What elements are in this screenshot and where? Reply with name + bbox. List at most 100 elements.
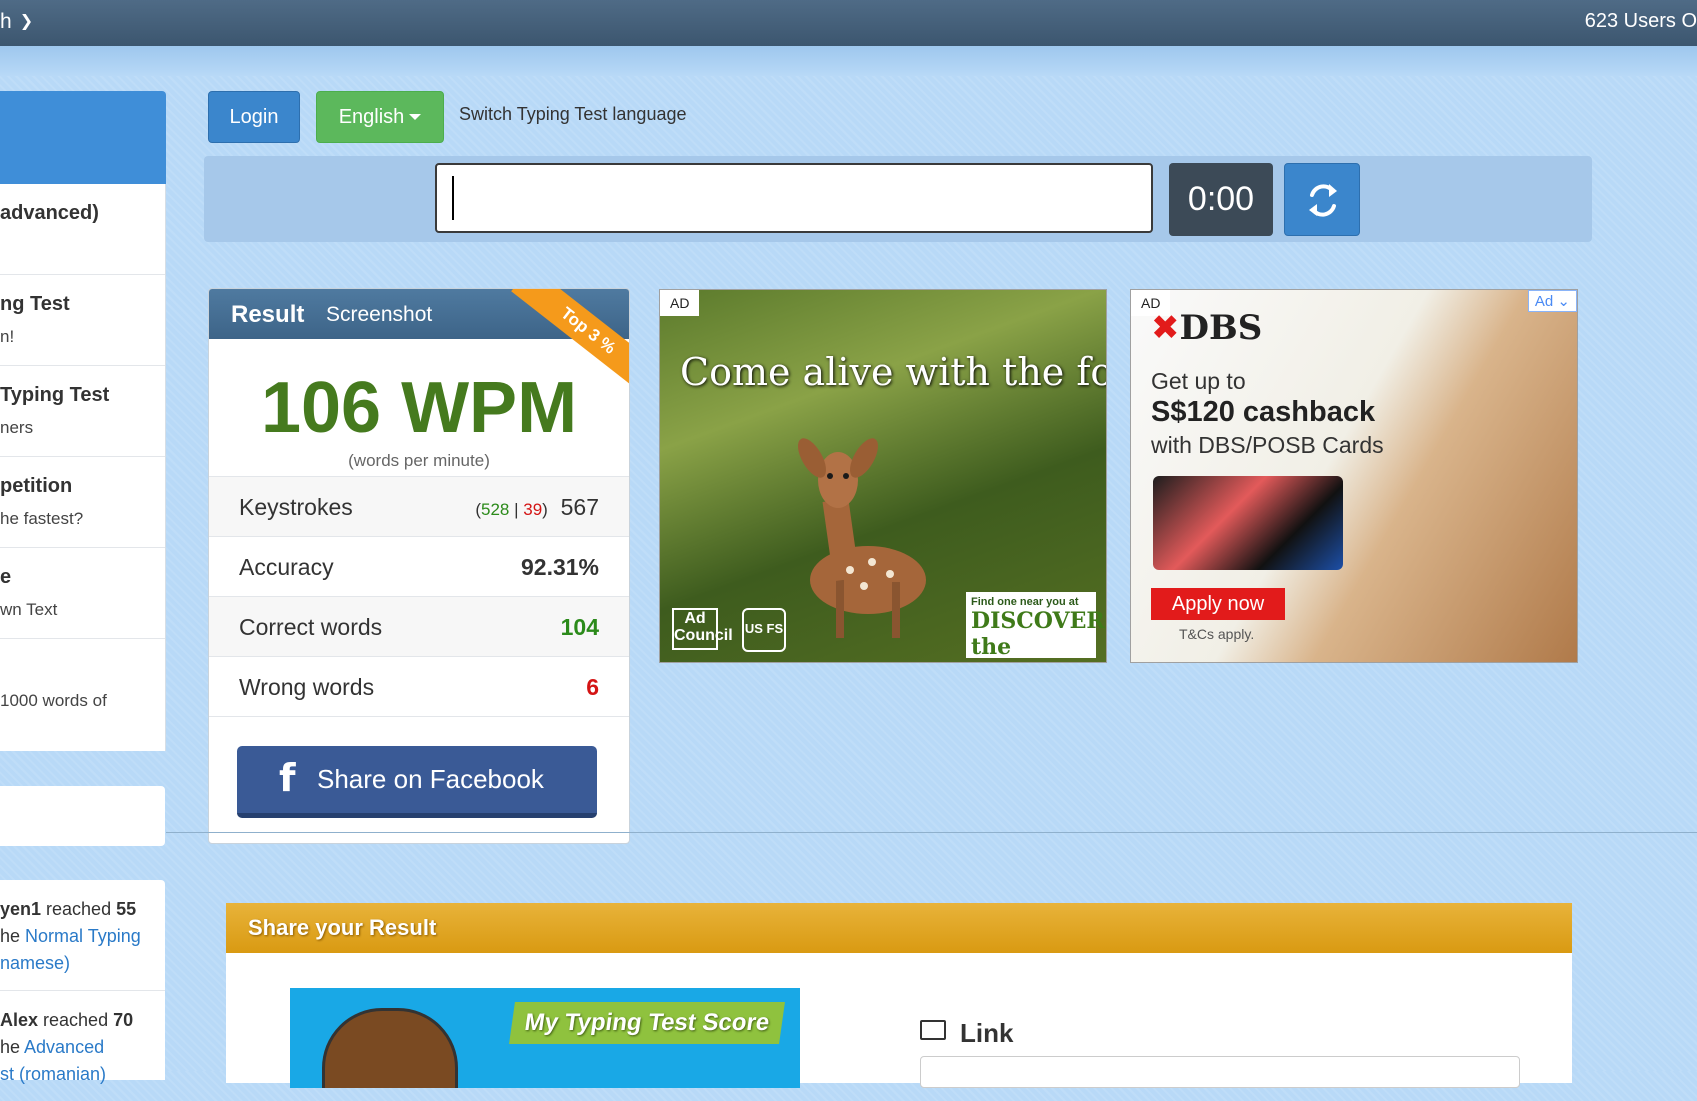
share-link-input[interactable]: [920, 1056, 1520, 1088]
sidebar-item-subtitle: 1000 words of: [0, 691, 107, 710]
activity-feed: yen1 reached 55 he Normal Typing namese)…: [0, 880, 165, 1084]
share-facebook-button[interactable]: f Share on Facebook: [237, 746, 597, 818]
dbs-apply-button[interactable]: Apply now: [1151, 588, 1285, 620]
keystrokes-total: 567: [560, 494, 599, 520]
feed-score: 55: [116, 899, 137, 919]
share-facebook-label: Share on Facebook: [317, 764, 544, 794]
top-navigation-bar: h ❯ 623 Users O: [0, 0, 1697, 46]
tab-screenshot[interactable]: Screenshot: [326, 303, 432, 327]
keystrokes-label: Keystrokes: [239, 494, 353, 520]
refresh-icon: [1309, 184, 1337, 217]
keystrokes-breakdown: (528 | 39): [475, 500, 548, 519]
feed-verb: reached: [38, 1010, 114, 1030]
chevron-down-icon: ❯: [19, 13, 34, 30]
sidebar-item-title: Typing Test: [0, 384, 110, 406]
feed-user[interactable]: yen1: [0, 899, 41, 919]
sidebar-empty-box: [0, 786, 165, 846]
score-image[interactable]: My Typing Test Score: [290, 988, 800, 1088]
wpm-value: 106 WPM: [260, 368, 578, 448]
share-result-panel: Share your Result My Typing Test Score L…: [226, 903, 1572, 1088]
share-link-text: Link: [960, 1018, 1014, 1048]
sidebar-item-competition[interactable]: petition he fastest?: [0, 457, 165, 548]
sidebar-test-list: advanced) ng Test n! Typing Test ners pe…: [0, 184, 166, 751]
wrong-words-row: Wrong words 6: [209, 657, 629, 717]
sidebar-item-subtitle: he fastest?: [0, 509, 84, 528]
keystrokes-separator: |: [509, 500, 524, 519]
feed-prefix: he: [0, 1037, 25, 1057]
character-illustration: [322, 1008, 458, 1088]
users-online-count: 623 Users O: [1584, 10, 1697, 32]
text-cursor: [452, 176, 454, 220]
forest-badge-brand: DISCOVER the FOREST.org: [971, 608, 1106, 662]
nav-menu-toggle[interactable]: h ❯: [0, 10, 33, 34]
feed-test-link-cont[interactable]: st (romanian): [0, 1064, 106, 1084]
nav-menu-label: h: [0, 10, 12, 33]
ad-council-logo: Ad Council: [672, 608, 733, 650]
sidebar-item-title: advanced): [0, 202, 99, 224]
sidebar-header: [0, 91, 166, 184]
ad-choices-button[interactable]: Ad ⌄: [1527, 290, 1577, 312]
language-dropdown[interactable]: English: [316, 91, 444, 143]
deer-illustration: [798, 438, 926, 638]
ad-choices-label: Ad: [1534, 293, 1554, 310]
feed-user[interactable]: Alex: [0, 1010, 38, 1030]
wrong-words-label: Wrong words: [239, 674, 375, 700]
usfs-logo: US FS: [742, 608, 786, 652]
tab-result[interactable]: Result: [231, 301, 304, 329]
feed-item: yen1 reached 55 he Normal Typing namese): [0, 880, 165, 991]
credit-cards-image: [1153, 476, 1343, 570]
dbs-x-icon: ✖: [1151, 308, 1180, 348]
sidebar-item-own-text[interactable]: e wn Text: [0, 548, 165, 639]
feed-test-link-cont[interactable]: namese): [0, 953, 70, 973]
correct-words-value: 104: [560, 614, 599, 640]
wpm-block: 106 WPM (words per minute): [209, 339, 629, 477]
feed-verb: reached: [41, 899, 117, 919]
discover-forest-badge: Find one near you at DISCOVER the FOREST…: [966, 592, 1106, 662]
topbar-gradient: [0, 46, 1697, 76]
result-panel: Result Screenshot Top 3 % 106 WPM (words…: [208, 288, 630, 844]
ad-forest[interactable]: AD Come alive with the forest. Ad Counci…: [659, 289, 1107, 663]
restart-button[interactable]: [1284, 163, 1360, 236]
feed-test-link[interactable]: Advanced: [24, 1037, 104, 1057]
keystrokes-wrong: 39: [523, 500, 543, 519]
sidebar: advanced) ng Test n! Typing Test ners pe…: [0, 91, 166, 751]
correct-words-label: Correct words: [239, 614, 383, 640]
sidebar-item-1000-words[interactable]: 1000 words of: [0, 639, 165, 751]
login-button[interactable]: Login: [208, 91, 300, 143]
correct-words-row: Correct words 104: [209, 597, 629, 657]
sidebar-item-title: petition: [0, 475, 73, 497]
sidebar-item-typing-test[interactable]: ng Test n!: [0, 275, 165, 366]
forest-badge-caption: Find one near you at: [971, 596, 1079, 608]
ad-label: AD: [660, 290, 700, 316]
envelope-icon: [920, 1020, 946, 1040]
language-note: Switch Typing Test language: [459, 104, 687, 124]
facebook-icon: f: [279, 756, 296, 800]
dbs-line3: with DBS/POSB Cards: [1151, 432, 1384, 458]
section-divider: [166, 832, 1697, 833]
sidebar-item-typing-test-beginners[interactable]: Typing Test ners: [0, 366, 165, 457]
dbs-line1: Get up to: [1151, 368, 1246, 394]
share-result-title: Share your Result: [226, 903, 1572, 953]
timer-display: 0:00: [1169, 163, 1273, 236]
result-stats: Keystrokes (528 | 39) 567 Accuracy 92.31…: [209, 477, 629, 717]
accuracy-value: 92.31%: [520, 554, 599, 580]
sidebar-item-subtitle: wn Text: [0, 600, 58, 619]
dbs-logo-text: DBS: [1179, 308, 1263, 348]
dbs-terms: T&Cs apply.: [1179, 626, 1255, 642]
dbs-line2: S$120 cashback: [1151, 396, 1376, 428]
wrong-words-value: 6: [586, 674, 599, 700]
sidebar-item-subtitle: ners: [0, 418, 34, 437]
language-label: English: [338, 106, 405, 128]
sidebar-item-advanced[interactable]: advanced): [0, 184, 165, 275]
typing-input[interactable]: [435, 163, 1153, 233]
wpm-caption: (words per minute): [348, 451, 490, 470]
sidebar-item-title: ng Test: [0, 293, 70, 315]
keystrokes-row: Keystrokes (528 | 39) 567: [209, 477, 629, 537]
ad-dbs[interactable]: AD Ad ⌄ ✖DBS Get up to S$120 cashback wi…: [1130, 289, 1578, 663]
feed-item: Alex reached 70 he Advanced st (romanian…: [0, 991, 165, 1101]
share-link-label: Link: [920, 1018, 1013, 1049]
sidebar-item-subtitle: n!: [0, 327, 15, 346]
accuracy-label: Accuracy: [239, 554, 334, 580]
feed-test-link[interactable]: Normal Typing: [25, 926, 141, 946]
caret-down-icon: [409, 114, 422, 120]
